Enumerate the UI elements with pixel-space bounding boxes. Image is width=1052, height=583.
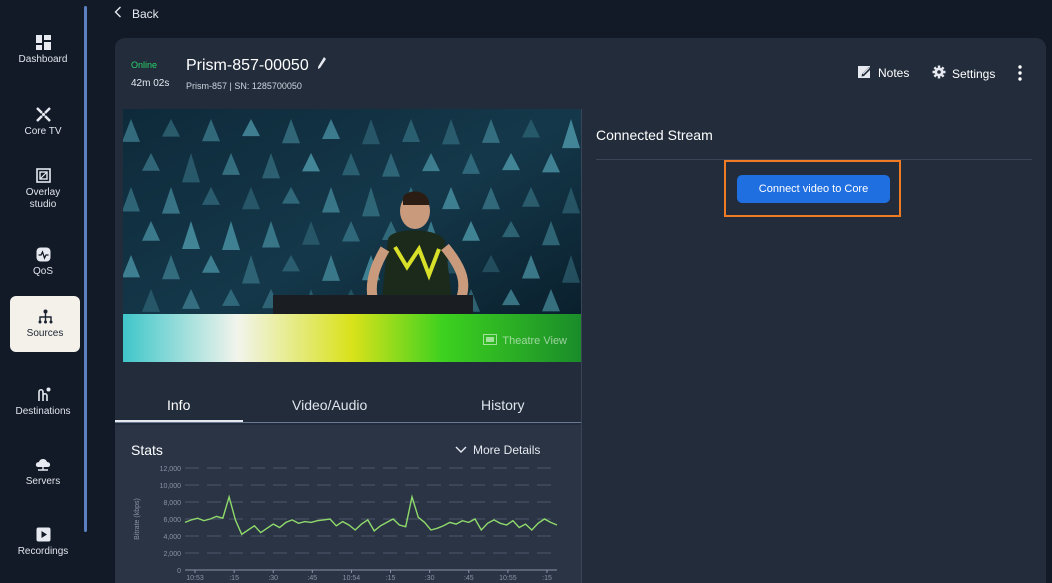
bitrate-chart: 12,000 10,000 8,000 6,000 4,000 2,000 0 Bitrate… — [134, 466, 558, 580]
y-tick-label: 4,000 — [163, 534, 181, 541]
recordings-icon — [35, 526, 51, 542]
chevron-left-icon — [114, 6, 122, 21]
device-subtitle: Prism-857 | SN: 1285700050 — [186, 81, 302, 91]
tab-info[interactable]: Info — [167, 397, 190, 413]
stats-title: Stats — [131, 442, 163, 458]
theatre-view-button[interactable]: Theatre View — [483, 334, 567, 348]
x-tick-label: :45 — [464, 575, 474, 580]
overlay-studio-icon — [35, 167, 51, 183]
servers-icon — [35, 456, 51, 472]
status-badge: Online — [131, 60, 158, 70]
sidebar-scrollbar[interactable] — [84, 6, 87, 532]
chevron-down-icon — [455, 443, 467, 457]
sidebar-item-overlay-studio[interactable]: Overlay studio — [0, 160, 86, 218]
x-tick-label: :15 — [542, 575, 552, 580]
y-tick-label: 2,000 — [163, 551, 181, 558]
sidebar-item-servers[interactable]: Servers — [0, 450, 86, 494]
x-tick-label: :30 — [425, 575, 435, 580]
back-link[interactable]: Back — [114, 6, 159, 21]
x-tick-label: 10:54 — [343, 575, 361, 580]
x-tick-label: :15 — [386, 575, 396, 580]
sidebar-item-label: Core TV — [24, 126, 62, 137]
sources-icon — [37, 308, 53, 324]
sidebar-item-label: Recordings — [17, 546, 69, 557]
sidebar-item-label: Dashboard — [18, 54, 68, 65]
sidebar-item-destinations[interactable]: Destinations — [0, 380, 86, 424]
kebab-menu-icon — [1018, 65, 1022, 84]
qos-icon — [35, 246, 51, 262]
sidebar-item-recordings[interactable]: Recordings — [0, 520, 86, 564]
core-tv-icon — [35, 106, 51, 122]
notes-button[interactable]: Notes — [858, 65, 909, 81]
sidebar-item-sources[interactable]: Sources — [10, 296, 80, 352]
more-options-button[interactable] — [1018, 65, 1022, 84]
connected-stream-title: Connected Stream — [596, 127, 713, 143]
x-tick-label: 10:55 — [499, 575, 517, 580]
x-tick-label: 10:53 — [186, 575, 204, 580]
more-details-toggle[interactable]: More Details — [455, 443, 540, 457]
settings-label: Settings — [952, 66, 996, 81]
sidebar-item-label: Overlay studio — [25, 187, 61, 210]
more-details-label: More Details — [473, 443, 541, 457]
video-frame-image — [123, 109, 581, 362]
x-tick-label: :45 — [307, 575, 317, 580]
gear-icon — [932, 65, 946, 82]
edit-icon[interactable] — [317, 56, 327, 75]
sidebar-item-dashboard[interactable]: Dashboard — [0, 28, 86, 72]
notes-icon — [858, 65, 872, 81]
sidebar-item-qos[interactable]: QoS — [0, 240, 86, 284]
device-header: Online 42m 02s Prism-857-00050 Prism-857… — [115, 38, 1046, 106]
detail-tabs: Info Video/Audio History — [115, 387, 581, 423]
sidebar-item-label: Servers — [25, 476, 61, 487]
active-tab-indicator — [115, 420, 243, 422]
y-tick-label: 8,000 — [163, 500, 181, 507]
tab-video-audio[interactable]: Video/Audio — [292, 397, 367, 413]
y-axis-label: Bitrate (kbps) — [134, 498, 141, 540]
notes-label: Notes — [878, 66, 910, 80]
source-detail-card: Online 42m 02s Prism-857-00050 Prism-857… — [115, 38, 1046, 583]
dashboard-icon — [35, 34, 51, 50]
x-tick-label: :30 — [268, 575, 278, 580]
device-name: Prism-857-00050 — [186, 56, 309, 74]
sidebar: Dashboard Core TV Overlay studio QoS Sou… — [0, 0, 87, 583]
sidebar-item-label: QoS — [32, 266, 53, 277]
panel-divider — [581, 109, 582, 583]
theatre-view-label: Theatre View — [502, 335, 567, 347]
y-tick-label: 6,000 — [163, 517, 181, 524]
back-label: Back — [132, 6, 159, 21]
y-tick-label: 12,000 — [160, 466, 182, 473]
series-line — [184, 494, 558, 536]
video-preview[interactable]: Theatre View — [123, 109, 581, 362]
sidebar-item-core-tv[interactable]: Core TV — [0, 100, 86, 144]
device-title: Prism-857-00050 — [186, 56, 327, 75]
theatre-view-icon — [483, 334, 498, 348]
y-tick-label: 10,000 — [160, 483, 182, 490]
connect-video-button[interactable]: Connect video to Core — [737, 175, 890, 203]
y-tick-label: 0 — [177, 568, 181, 575]
sidebar-item-label: Sources — [26, 328, 64, 339]
sidebar-item-label: Destinations — [15, 406, 71, 417]
uptime: 42m 02s — [131, 78, 170, 89]
destinations-icon — [35, 386, 51, 402]
settings-button[interactable]: Settings — [932, 65, 995, 82]
tab-history[interactable]: History — [481, 397, 525, 413]
x-tick-label: :15 — [229, 575, 239, 580]
